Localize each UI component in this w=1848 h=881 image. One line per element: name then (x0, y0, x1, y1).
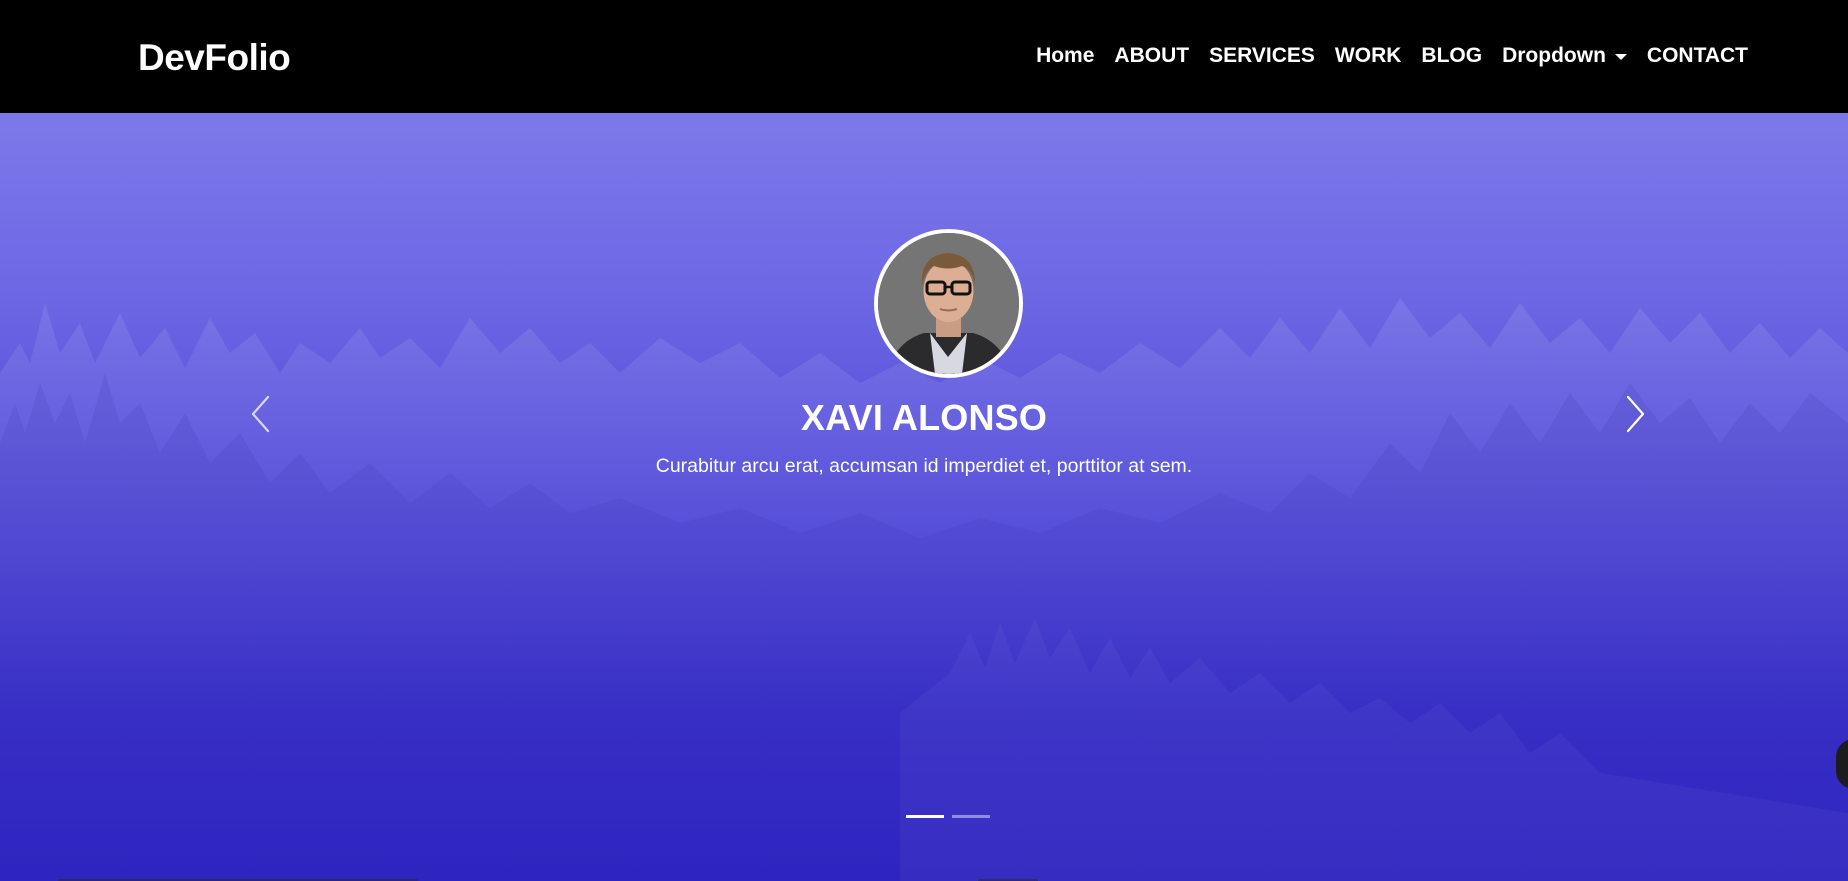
caret-down-icon (1614, 53, 1627, 60)
chevron-right-icon (1626, 395, 1645, 433)
nav-dropdown-label: Dropdown (1502, 43, 1606, 67)
main-nav: Home ABOUT SERVICES WORK BLOG Dropdown C… (1026, 44, 1748, 69)
nav-contact[interactable]: CONTACT (1637, 44, 1748, 68)
profile-avatar (874, 229, 1023, 378)
nav-services[interactable]: SERVICES (1199, 44, 1325, 68)
nav-services-label: SERVICES (1209, 43, 1315, 67)
forest-background (0, 298, 1848, 881)
nav-home[interactable]: Home (1026, 44, 1104, 68)
hero-tagline: Curabitur arcu erat, accumsan id imperdi… (655, 455, 1193, 477)
carousel-indicator-2[interactable] (952, 815, 990, 818)
carousel-indicator-1[interactable] (906, 815, 944, 818)
hero-carousel: XAVI ALONSO Curabitur arcu erat, accumsa… (0, 113, 1848, 881)
chevron-left-icon (251, 395, 270, 433)
nav-dropdown[interactable]: Dropdown (1492, 44, 1637, 68)
navbar: DevFolio Home ABOUT SERVICES WORK BLOG D… (0, 0, 1848, 113)
nav-about-label: ABOUT (1114, 43, 1190, 67)
nav-work-label: WORK (1334, 43, 1402, 67)
carousel-indicators (906, 815, 990, 818)
nav-work[interactable]: WORK (1325, 44, 1412, 68)
brand-logo[interactable]: DevFolio (138, 37, 291, 79)
nav-contact-label: CONTACT (1646, 43, 1748, 67)
nav-blog-label: BLOG (1421, 43, 1483, 67)
carousel-prev-button[interactable] (240, 390, 280, 438)
nav-home-label: Home (1036, 43, 1095, 67)
nav-about[interactable]: ABOUT (1104, 44, 1199, 68)
carousel-next-button[interactable] (1616, 390, 1656, 438)
nav-blog[interactable]: BLOG (1411, 44, 1492, 68)
person-portrait-image (878, 233, 1019, 374)
